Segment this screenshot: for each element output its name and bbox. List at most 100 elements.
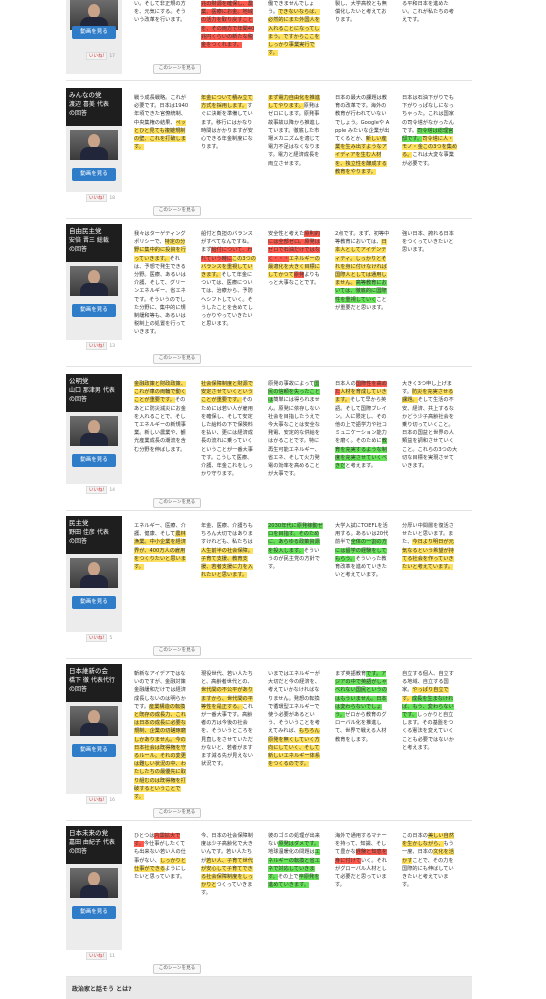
answer-cell: まず電力自由化を推進してやります。原発はゼロにします。原発事故事故以降から推進し…	[268, 94, 324, 168]
answer-text-segment: い。そして非正規の方を、元気にする。そういう改革を行います。	[134, 1, 186, 24]
like-button[interactable]: いいね!	[86, 486, 108, 494]
view-scene-button[interactable]: このシーンを見る	[153, 808, 201, 818]
answer-text-segment: 年金について積み立て方式を採用します。	[201, 95, 253, 110]
answer-text-segment: 兆の財源を確保し、農業、医療にお金。地域の活力を取り戻すことを、その両方で年間4…	[201, 1, 255, 49]
answer-cell: 2030年代に原発稼動ゼロを目指す。そのために、あらゆる政策資源を投入します。そ…	[268, 522, 324, 571]
answer-text-segment: 製し、大学高校とも無償化したいと考えております。	[335, 1, 387, 24]
party-header: 日本未来の党 嘉田 由紀子 代表 の回答	[66, 826, 122, 864]
answer-cell: 彼のゴミの処理が出来ない原発はダメです。地球温暖化の問題はエネルギーの転換と省エ…	[268, 832, 324, 889]
answer-cell: 安全性と考えた原則的には全部ゼロ。原発はゼロで石油だけではなく・・・エネルギーの…	[268, 230, 324, 287]
like-counter[interactable]: いいね! 13	[86, 342, 115, 350]
answer-text-segment: それは、予想で発生できる分野。医療、あるいは介護、そして、グリーンエネルギー、省…	[134, 255, 186, 336]
watch-video-button[interactable]: 動画を見る	[72, 168, 116, 181]
view-scene-button[interactable]: このシーンを見る	[153, 206, 201, 216]
leader-name: 嘉田 由紀子 代表	[69, 839, 115, 846]
like-button[interactable]: いいね!	[86, 796, 108, 804]
answer-cell: まず英語教育です。アジアの中で英語がしゃべれない国民というのはもういません。日本…	[335, 670, 391, 744]
answer-text-segment: そして年金については、医療については、治療から、予防へシフトしていく。そうしたこ…	[201, 272, 253, 328]
view-scene-button[interactable]: このシーンを見る	[153, 498, 201, 508]
answer-role-label: の回答	[69, 686, 88, 693]
like-count: 14	[109, 488, 116, 493]
party-header: 民主党 野田 佳彦 代表 の回答	[66, 516, 122, 554]
like-count: 18	[109, 196, 116, 201]
like-button[interactable]: いいね!	[86, 634, 108, 642]
like-button[interactable]: いいね!	[86, 342, 108, 350]
party-header: みんなの党 渡辺 喜美 代表 の回答	[66, 88, 122, 126]
answer-cell: 年金について積み立て方式を採用します。すぐに決断を準備しています。移行にはかなり…	[201, 94, 257, 151]
view-scene-button[interactable]: このシーンを見る	[153, 354, 201, 364]
like-button[interactable]: いいね!	[86, 952, 108, 960]
answer-text-segment: その上で	[277, 874, 299, 881]
like-counter[interactable]: いいね! 16	[86, 796, 115, 804]
answer-cell: 戦う成長戦略。これが必要です。日本は1940年頃できた官僚統制、中央集権の結果、…	[134, 94, 190, 151]
party-panel: 民主党 野田 佳彦 代表 の回答動画を見る	[66, 516, 122, 632]
answer-cell: 我々はターゲティングポリシーで、特定の分野に集中的に投資を行っていきます。それは…	[134, 230, 190, 337]
watch-video-button[interactable]: 動画を見る	[72, 454, 116, 467]
answer-role-label: の回答	[69, 396, 88, 403]
leader-photo	[70, 416, 118, 446]
answer-cell: 今、日本の社会保障制度は少子高齢化で大きいんです。若い人たちが若い人、子育て世代…	[201, 832, 257, 898]
leader-photo	[70, 266, 118, 296]
answer-cell: 製し、大学高校とも無償化したいと考えております。	[335, 0, 391, 25]
watch-video-button[interactable]: 動画を見る	[72, 304, 116, 317]
answer-text-segment: 原発はダメです。	[278, 841, 320, 848]
answer-cell: る平和日本を進めたい。これが私たちの考えです。	[402, 0, 458, 25]
answer-text-segment: 安全性と考えた	[268, 231, 305, 237]
like-button[interactable]: いいね!	[86, 52, 108, 60]
answer-text-segment: 簡単には得られません。原発に依存しない社会を目指したうえで今大事なことは安全な発…	[268, 397, 320, 478]
row-divider	[66, 658, 472, 659]
view-scene-button[interactable]: このシーンを見る	[153, 964, 201, 974]
like-count: 13	[109, 344, 116, 349]
answer-cell: この日本の美しい自然を生かしながら、もう一度、日本の文化を活かすことで、その力を…	[402, 832, 458, 889]
view-scene-button[interactable]: このシーンを見る	[153, 64, 201, 74]
party-panel: 自由民主党 安倍 晋三 総裁 の回答 動画を見る	[66, 224, 122, 340]
answer-cell: 大学入試にTOEFLを活用する。あるいは20代前半で全体の一割の方には留学の経験…	[335, 522, 391, 579]
view-scene-button[interactable]: このシーンを見る	[153, 646, 201, 656]
answer-cell: 日本は石油下がりでも下がりっぱなしになっちゃった。これは国家の司令塔がなかったん…	[402, 94, 458, 168]
answer-cell: 強い日本、誇れる日本をつくっていきたいと思います。	[402, 230, 458, 255]
answer-text-segment: そのあとに防災減災にお金を入れることで、そしてエネルギーの新規事業。新しい農業や…	[134, 397, 186, 453]
watch-video-button[interactable]: 動画を見る	[72, 906, 116, 919]
answer-text-segment: 産業構造の転換と既存の成長力、これは日本の成長に必要な規制、企業の切磋琢磨しかあ…	[134, 703, 186, 801]
answer-cell: 年金、医療、介護ちもちろん大切ではありますけれども、私たちは人生前半の社会保障。…	[201, 522, 257, 579]
answer-text-segment: 原発はゼロにします。原発事故事故以降から推進しています。徹底した市場メカニズムを…	[268, 103, 320, 167]
answer-cell: 自立する個人、自立する地域、自立する国家。やっぱり自立です。成長を生まなければ、…	[402, 670, 458, 752]
like-counter[interactable]: いいね! 17	[86, 52, 115, 60]
party-panel: 日本維新の会 橋下 徹 代表代行 の回答動画を見る	[66, 664, 122, 794]
party-panel: 公明党 山口 那津男 代表 の回答動画を見る	[66, 374, 122, 484]
leader-photo	[70, 130, 118, 160]
like-counter[interactable]: いいね! 14	[86, 486, 115, 494]
party-name: 日本未来の党	[69, 829, 108, 837]
answer-cell: い。そして非正規の方を、元気にする。そういう改革を行います。	[134, 0, 190, 25]
watch-video-button[interactable]: 動画を見る	[72, 744, 116, 757]
like-counter[interactable]: いいね! 11	[86, 952, 115, 960]
answer-cell: 日本人の国際性を高めた人材を育成していきます。そして早から英語。そして国際ブレイ…	[335, 380, 391, 470]
answer-text-segment: そのためには若い人が雇用を確保し、そして安定した給料の下で保険料を払い、更には経…	[201, 397, 253, 478]
answer-cell: 金融政策と財政政策、これが車の両輪で動くことが重要です。そのあとに防災減災にお金…	[134, 380, 190, 454]
party-header: 公明党 山口 那津男 代表 の回答	[66, 374, 122, 412]
like-button[interactable]: いいね!	[86, 194, 108, 202]
like-counter[interactable]: いいね! 18	[86, 194, 115, 202]
row-divider	[66, 510, 472, 511]
like-count: 17	[109, 54, 116, 59]
answer-cell: 海外で通用するマナーを持って、知識、そして豊かな経験と知恵を身に付けていく。それ…	[335, 832, 391, 889]
answer-role-label: の回答	[69, 538, 88, 545]
answer-cell: 大きく3つ申し上げます。防災を充実させる課題。そして生活の不安、経済、共上するな…	[402, 380, 458, 470]
party-name: 民主党	[69, 519, 89, 527]
party-panel: みんなの党 渡辺 喜美 代表 の回答動画を見る	[66, 88, 122, 192]
answer-cell: ひとつは内需拡大です。今仕事がしたくても出来ない若い人の仕事がない、しっかりと仕…	[134, 832, 190, 881]
like-count: 16	[109, 798, 116, 803]
leader-name: 渡辺 喜美 代表	[69, 101, 109, 108]
party-panel: 日本未来の党 嘉田 由紀子 代表 の回答動画を見る	[66, 826, 122, 950]
answer-text-segment: いまではエネルギーが大切だと今の経済を、考えていかなければなりません。発想の転換…	[268, 671, 320, 735]
row-divider	[66, 820, 472, 821]
party-name: 公明党	[69, 377, 89, 385]
leader-name: 橋下 徹 代表代行	[69, 677, 115, 684]
watch-video-button[interactable]: 動画を見る	[72, 596, 116, 609]
like-counter[interactable]: いいね! 5	[86, 634, 112, 642]
party-name: 日本維新の会	[69, 667, 108, 675]
answer-role-label: の回答	[69, 110, 88, 117]
answer-cell: 社会保障制度と財源で安定させていくということが重要です。そのためには若い人が雇用…	[201, 380, 257, 478]
answer-text-segment: すぐに決断を準備しています。移行にはかなり時間はかかりますが安心できる年金制度に…	[201, 103, 253, 151]
watch-video-button[interactable]: 動画を見る	[72, 26, 116, 39]
